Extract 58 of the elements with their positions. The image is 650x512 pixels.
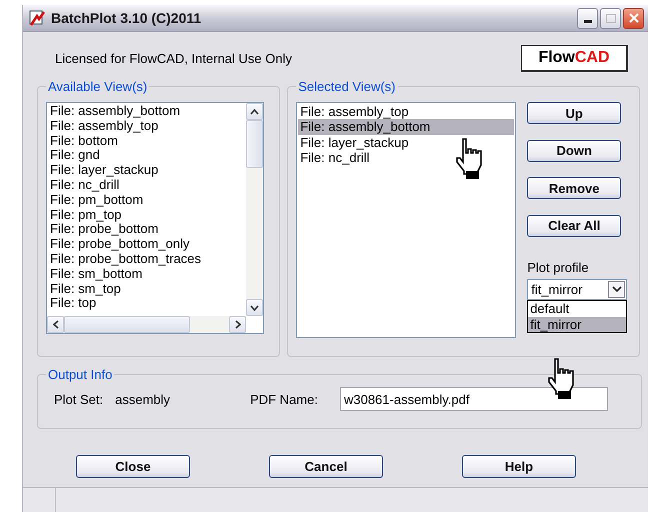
- scroll-thumb[interactable]: [246, 120, 263, 168]
- scroll-down-icon[interactable]: [246, 299, 263, 316]
- list-item[interactable]: File: sm_top: [50, 282, 243, 296]
- minimize-icon: [584, 20, 592, 22]
- action-button[interactable]: Up: [527, 102, 622, 124]
- horizontal-scrollbar[interactable]: [47, 316, 246, 333]
- close-icon: [628, 13, 638, 23]
- list-item[interactable]: File: top: [50, 296, 243, 312]
- plot-set-value: assembly: [115, 392, 170, 406]
- group-title: Selected View(s): [297, 79, 397, 94]
- action-button[interactable]: Clear All: [527, 214, 622, 236]
- dialog-button[interactable]: Help: [462, 455, 576, 478]
- list-item[interactable]: File: nc_drill: [50, 178, 243, 193]
- window-title: BatchPlot 3.10 (C)2011: [51, 10, 202, 26]
- app-icon: [29, 10, 45, 26]
- dialog-button[interactable]: Cancel: [269, 455, 383, 478]
- plot-profile-label: Plot profile: [527, 260, 590, 275]
- action-button[interactable]: Down: [527, 140, 622, 162]
- list-item[interactable]: File: pm_bottom: [50, 192, 243, 208]
- list-item[interactable]: File: assembly_bottom: [298, 119, 514, 135]
- dialog-button[interactable]: Close: [76, 455, 190, 478]
- list-item[interactable]: File: nc_drill: [300, 150, 512, 166]
- caret-icon[interactable]: [608, 281, 626, 298]
- action-button[interactable]: Remove: [527, 177, 622, 199]
- maximize-icon: [606, 14, 616, 22]
- list-box[interactable]: File: assembly_top File: assembly_bottom File: layer_stackup File: nc_drill: [296, 102, 516, 338]
- dropdown-option[interactable]: default: [528, 301, 626, 316]
- dropdown-option[interactable]: fit_mirror: [528, 316, 626, 332]
- plot-set-label: Plot Set:: [54, 392, 104, 406]
- vertical-scrollbar[interactable]: [246, 103, 263, 316]
- plot-profile-dropdown[interactable]: fit_mirror: [527, 279, 628, 300]
- scroll-thumb[interactable]: [64, 316, 190, 333]
- list-item[interactable]: File: layer_stackup: [300, 134, 512, 150]
- hand-cursor-icon: [547, 357, 577, 401]
- list-item[interactable]: File: probe_bottom_only: [50, 237, 243, 252]
- hand-cursor-icon: [455, 137, 485, 181]
- list-item[interactable]: File: probe_bottom: [50, 222, 243, 238]
- minimize-button[interactable]: [577, 8, 598, 28]
- scroll-right-icon[interactable]: [229, 316, 246, 333]
- list-item[interactable]: File: pm_top: [50, 208, 243, 222]
- scroll-left-icon[interactable]: [47, 316, 64, 333]
- pdf-name-field[interactable]: w30861-assembly.pdf: [340, 387, 608, 411]
- list-item[interactable]: File: layer_stackup: [50, 163, 243, 178]
- list-item[interactable]: File: assembly_top: [300, 104, 512, 120]
- list-item[interactable]: File: gnd: [50, 148, 243, 164]
- list-item[interactable]: File: sm_bottom: [50, 266, 243, 282]
- close-button[interactable]: [623, 8, 644, 28]
- list-item[interactable]: File: assembly_bottom: [50, 104, 243, 119]
- list-item[interactable]: File: bottom: [50, 134, 243, 148]
- license-text: Licensed for FlowCAD, Internal Use Only: [55, 50, 292, 66]
- group-title: Output Info: [47, 367, 114, 382]
- scroll-up-icon[interactable]: [246, 103, 263, 120]
- list-item[interactable]: File: probe_bottom_traces: [50, 252, 243, 267]
- logo: FlowCAD: [521, 44, 628, 72]
- list-item[interactable]: File: assembly_top: [50, 118, 243, 134]
- group-title: Available View(s): [47, 79, 148, 94]
- pdf-name-label: PDF Name:: [250, 392, 318, 406]
- list-box[interactable]: [46, 102, 264, 334]
